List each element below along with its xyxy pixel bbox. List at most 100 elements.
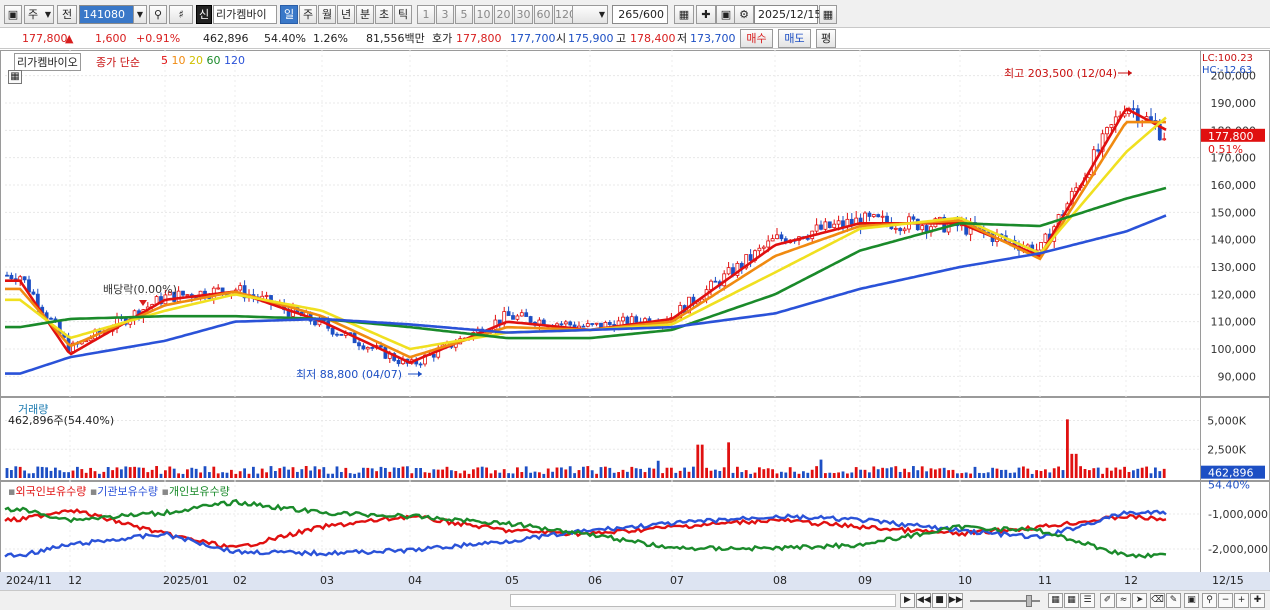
sell-button[interactable]: 매도	[778, 29, 811, 48]
x-tick-label: 05	[505, 574, 519, 587]
volume-bar	[951, 469, 955, 478]
period-tab[interactable]: 월	[318, 5, 336, 24]
grid-view-icon[interactable]: ▦	[1064, 593, 1079, 608]
chart-canvas[interactable]: 200,000190,000180,000170,000160,000150,0…	[0, 50, 1270, 590]
interval-tab[interactable]: 1	[417, 5, 435, 24]
pointer-icon[interactable]: ➤	[1132, 593, 1147, 608]
date-input[interactable]: 2025/12/15	[754, 5, 821, 24]
compare-icon[interactable]: ▦	[1048, 593, 1063, 608]
fast-forward-icon[interactable]: ▶▶	[948, 593, 963, 608]
candle-body	[357, 342, 361, 347]
volume-bar	[868, 472, 871, 478]
count-value: 265	[618, 8, 640, 21]
average-button[interactable]: 평	[816, 29, 836, 48]
period-tab[interactable]: 틱	[394, 5, 412, 24]
volume-bar	[718, 471, 722, 478]
zoom-out-icon[interactable]: −	[1218, 593, 1233, 608]
pencil-icon[interactable]: ✎	[1166, 593, 1181, 608]
period-tab[interactable]: 분	[356, 5, 374, 24]
holdings-legend-item[interactable]: 외국인보유수량	[15, 485, 89, 498]
list-icon[interactable]: ☰	[1080, 593, 1095, 608]
chart-type-icon[interactable]: ▦	[674, 5, 694, 24]
interval-tab[interactable]: 5	[455, 5, 473, 24]
zoom-slider-handle[interactable]	[1026, 595, 1032, 607]
crosshair-icon[interactable]: ✚	[1250, 593, 1265, 608]
save-icon[interactable]: ▣	[716, 5, 736, 24]
trend-icon[interactable]: ≈	[1116, 593, 1131, 608]
interval-select[interactable]: ▼	[572, 5, 608, 24]
speaker-icon[interactable]: ♯	[169, 5, 193, 24]
period-tab[interactable]: 일	[280, 5, 298, 24]
play-icon[interactable]: ▶	[900, 593, 915, 608]
candle-body	[379, 345, 383, 348]
volume-bar	[590, 470, 594, 478]
layout-icon[interactable]: ▣	[4, 5, 22, 24]
ma-legend-item[interactable]: 20	[189, 54, 207, 67]
volume-bar	[850, 472, 854, 478]
holdings-legend-item[interactable]: 개인보유수량	[169, 485, 230, 498]
period-type-button[interactable]: 전	[57, 5, 77, 24]
tools-icon[interactable]: ✚	[696, 5, 716, 24]
candle-body	[902, 228, 907, 232]
current-pct-tag: 0.51%	[1208, 143, 1243, 156]
interval-tab[interactable]: 10	[474, 5, 493, 24]
draw-icon[interactable]: ✐	[1100, 593, 1115, 608]
volume-bar	[1105, 467, 1109, 478]
candle-body	[819, 224, 823, 230]
quote-bar: 177,800 ▲ 1,600 +0.91% 462,896 54.40% 1.…	[0, 28, 1270, 49]
market-type-select[interactable]: 주 ▼	[24, 5, 54, 24]
lc-value: LC:100.23	[1202, 53, 1253, 64]
candle-body	[181, 290, 185, 296]
search-icon[interactable]: ⚲	[149, 5, 167, 24]
volume-bar	[186, 469, 189, 478]
volume-bar	[212, 466, 216, 478]
volume-bar	[5, 468, 9, 478]
zoom-search-icon[interactable]: ⚲	[1202, 593, 1217, 608]
ma-legend-item[interactable]: 60	[207, 54, 225, 67]
interval-tab[interactable]: 3	[436, 5, 454, 24]
period-tab[interactable]: 초	[375, 5, 393, 24]
holdings-legend-item[interactable]: 기관보유수량	[97, 485, 161, 498]
gear-icon[interactable]: ⚙	[734, 5, 754, 24]
volume-bar	[1162, 468, 1166, 478]
buy-button[interactable]: 매수	[740, 29, 773, 48]
ma-legend-item[interactable]: 120	[224, 54, 245, 67]
chart-area[interactable]: 200,000190,000180,000170,000160,000150,0…	[0, 50, 1270, 590]
interval-tab[interactable]: 30	[514, 5, 533, 24]
volume-bar	[674, 472, 678, 478]
volume-bar	[1154, 467, 1157, 478]
fit-icon[interactable]: ▣	[1184, 593, 1199, 608]
volume-bar	[102, 471, 106, 478]
grid-icon[interactable]: ▦	[8, 70, 22, 84]
chevron-down-icon: ▼	[598, 10, 605, 19]
scroll-track[interactable]	[510, 594, 896, 607]
ma-legend-item[interactable]: 5	[161, 54, 172, 67]
volume-bar	[687, 471, 691, 478]
candle-body	[31, 291, 36, 295]
volume-bar	[353, 473, 356, 478]
volume-bar	[67, 472, 70, 478]
candle-body	[836, 220, 841, 225]
eraser-icon[interactable]: ⌫	[1150, 593, 1165, 608]
volume-bar	[1026, 468, 1030, 478]
volume-bar	[379, 466, 383, 478]
volume-bar	[859, 469, 862, 478]
ma-legend-item[interactable]: 10	[172, 54, 190, 67]
volume-bar	[32, 473, 35, 478]
interval-tab[interactable]: 60	[534, 5, 553, 24]
zoom-in-icon[interactable]: +	[1234, 593, 1249, 608]
volume-bar	[1149, 473, 1153, 478]
volume-bar	[62, 472, 66, 478]
volume-bar	[1140, 467, 1144, 478]
calendar-icon[interactable]: ▦	[819, 5, 837, 24]
period-tab[interactable]: 주	[299, 5, 317, 24]
volume-bar	[714, 469, 717, 478]
interval-tab[interactable]: 20	[494, 5, 513, 24]
count-input[interactable]: 265/600	[612, 5, 668, 24]
stop-icon[interactable]: ■	[932, 593, 947, 608]
rewind-icon[interactable]: ◀◀	[916, 593, 931, 608]
candle-body	[1096, 149, 1101, 152]
chevron-down-icon[interactable]: ▼	[133, 5, 147, 24]
period-tab[interactable]: 년	[337, 5, 355, 24]
candle-body	[22, 276, 27, 281]
